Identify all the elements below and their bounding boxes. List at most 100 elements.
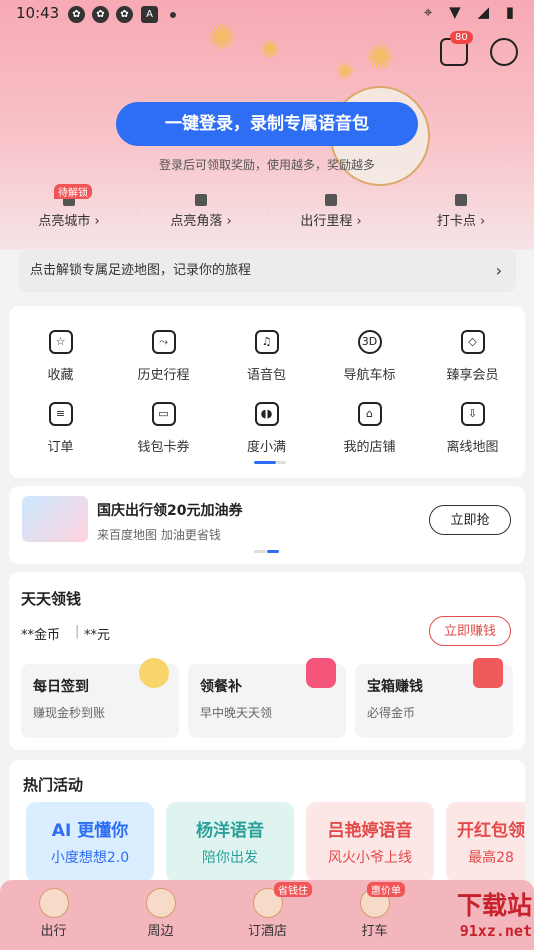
grid-item-label: 历史行程	[137, 368, 190, 383]
grab-now-button[interactable]: 立即抢	[429, 505, 511, 535]
page-indicator-active	[254, 461, 276, 464]
voice-icon: ♫	[254, 330, 279, 354]
activity-card-ai[interactable]: AI 更懂你 小度想想2.0	[26, 802, 154, 882]
grid-item-label: 语音包	[246, 368, 286, 383]
activity-subtitle: 最高28	[468, 850, 514, 866]
shop-icon: ⌂	[357, 402, 382, 426]
tab-travel[interactable]: 出行	[0, 880, 107, 950]
download-icon: ⇩	[460, 402, 485, 426]
lock-icon	[325, 194, 337, 206]
watermark-url: 91xz.net	[459, 922, 532, 940]
route-icon: ⤳	[151, 330, 176, 354]
section-title: 热门活动	[23, 776, 84, 794]
tab-hotel[interactable]: 省钱住 订酒店	[214, 880, 321, 950]
grid-item-history[interactable]: ⤳ 历史行程	[112, 330, 215, 390]
tab-taxi[interactable]: 惠价单 打车	[321, 880, 428, 950]
grid-item-favorites[interactable]: ☆ 收藏	[9, 330, 112, 390]
site-watermark: 下载站 91xz.net	[432, 886, 532, 946]
gift-icon	[306, 658, 336, 688]
status-right-icons: ⌖ ▼ ◢ ▮	[423, 3, 520, 21]
earn-money-section: 天天领钱 **金币 | **元 立即赚钱 每日签到 赚现金秒到账 领餐补 早中晚…	[9, 572, 525, 750]
grid-item-label: 度小满	[246, 440, 286, 455]
wallet-icon: ▭	[151, 402, 176, 426]
save-money-tag: 省钱住	[274, 882, 312, 897]
login-subtitle: 登录后可领取奖励，使用越多，奖励越多	[158, 158, 375, 172]
grid-item-offline-map[interactable]: ⇩ 离线地图	[421, 402, 524, 462]
firework-decoration: ✺	[260, 36, 281, 64]
unlock-item-label: 点亮城市 ›	[38, 214, 100, 229]
grid-item-orders[interactable]: ≡ 订单	[9, 402, 112, 462]
tab-label: 周边	[147, 924, 174, 939]
activity-title: 开红包领	[457, 821, 525, 841]
status-time: 10:43	[16, 4, 60, 22]
tab-label: 出行	[40, 924, 67, 939]
message-badge: 80	[450, 31, 473, 44]
promo-title: 国庆出行领20元加油券	[97, 503, 243, 519]
grid-item-car-icon[interactable]: 3D 导航车标	[318, 330, 421, 390]
grid-item-label: 收藏	[47, 368, 74, 383]
grid-item-wallet[interactable]: ▭ 钱包卡券	[112, 402, 215, 462]
activity-card-redpacket[interactable]: 开红包领 最高28	[446, 802, 525, 882]
activity-card-lvyanting[interactable]: 吕艳婷语音 风火小爷上线	[306, 802, 434, 882]
app-notification-icon: ✿	[92, 6, 109, 23]
grid-item-duxiaoman[interactable]: ◖◗ 度小满	[215, 402, 318, 462]
unlock-item-city[interactable]: 待解锁 点亮城市 ›	[4, 184, 134, 236]
one-click-login-button[interactable]: 一键登录，录制专属语音包	[116, 102, 418, 146]
earn-card-subtitle: 必得金币	[367, 706, 416, 720]
3d-icon: 3D	[357, 330, 382, 354]
unlock-item-corner[interactable]: 点亮角落 ›	[136, 186, 266, 236]
footprint-map-banner[interactable]: 点击解锁专属足迹地图，记录你的旅程 ›	[18, 250, 516, 292]
chevron-right-icon: ›	[495, 261, 502, 280]
daily-checkin-card[interactable]: 每日签到 赚现金秒到账	[21, 658, 179, 738]
unlock-item-label: 点亮角落 ›	[170, 214, 232, 229]
coin-icon	[139, 658, 169, 688]
footprint-text: 点击解锁专属足迹地图，记录你的旅程	[30, 263, 252, 278]
promo-card[interactable]: 国庆出行领20元加油券 来百度地图 加油更省钱 立即抢	[9, 486, 525, 564]
function-grid: ☆ 收藏 ⤳ 历史行程 ♫ 语音包 3D 导航车标 ◇ 臻享会员 ≡ 订单 ▭ …	[9, 306, 525, 478]
tab-label: 打车	[361, 924, 388, 939]
watermark-title: 下载站	[456, 891, 532, 920]
activity-subtitle: 陪你出发	[202, 850, 258, 866]
hot-activities-section: 热门活动 AI 更懂你 小度想想2.0 杨洋语音 陪你出发 吕艳婷语音 风火小爷…	[9, 760, 525, 890]
tab-label: 订酒店	[247, 924, 287, 939]
activity-title: 吕艳婷语音	[327, 821, 413, 841]
dot-icon	[170, 12, 176, 18]
settings-icon[interactable]	[490, 38, 518, 66]
star-icon: ☆	[48, 330, 73, 354]
treasure-chest-icon	[473, 658, 503, 688]
section-title: 天天领钱	[21, 590, 82, 608]
activity-card-yangyang[interactable]: 杨洋语音 陪你出发	[166, 802, 294, 882]
firework-decoration: ✺	[366, 38, 395, 78]
grid-item-shop[interactable]: ⌂ 我的店铺	[318, 402, 421, 462]
duxiaoman-icon: ◖◗	[254, 402, 279, 426]
app-notification-icon: ✿	[68, 6, 85, 23]
activity-subtitle: 小度想想2.0	[50, 850, 130, 866]
page-indicator	[276, 461, 286, 464]
order-icon: ≡	[48, 402, 73, 426]
earn-now-button[interactable]: 立即赚钱	[429, 616, 511, 646]
unlock-item-label: 打卡点 ›	[436, 214, 486, 229]
a-icon: A	[141, 6, 158, 23]
page-indicator	[254, 550, 266, 553]
coin-balance: **金币	[21, 628, 61, 643]
cash-balance: **元	[84, 628, 111, 643]
app-notification-icon: ✿	[116, 6, 133, 23]
lock-icon	[455, 194, 467, 206]
lock-icon	[195, 194, 207, 206]
activity-title: 杨洋语音	[196, 821, 264, 841]
pending-unlock-tag: 待解锁	[54, 184, 92, 199]
grid-item-vip[interactable]: ◇ 臻享会员	[421, 330, 524, 390]
earn-card-subtitle: 赚现金秒到账	[33, 706, 106, 720]
meal-subsidy-card[interactable]: 领餐补 早中晚天天领	[188, 658, 346, 738]
unlock-item-mileage[interactable]: 出行里程 ›	[266, 186, 396, 236]
separator: |	[75, 624, 80, 639]
unlock-item-label: 出行里程 ›	[300, 214, 362, 229]
grid-item-label: 臻享会员	[446, 368, 499, 383]
unlock-item-checkin[interactable]: 打卡点 ›	[396, 186, 526, 236]
diamond-icon: ◇	[460, 330, 485, 354]
treasure-chest-card[interactable]: 宝箱赚钱 必得金币	[355, 658, 513, 738]
tab-nearby[interactable]: 周边	[107, 880, 214, 950]
discount-tag: 惠价单	[367, 882, 405, 897]
activity-title: AI 更懂你	[51, 821, 129, 841]
grid-item-voice[interactable]: ♫ 语音包	[215, 330, 318, 390]
